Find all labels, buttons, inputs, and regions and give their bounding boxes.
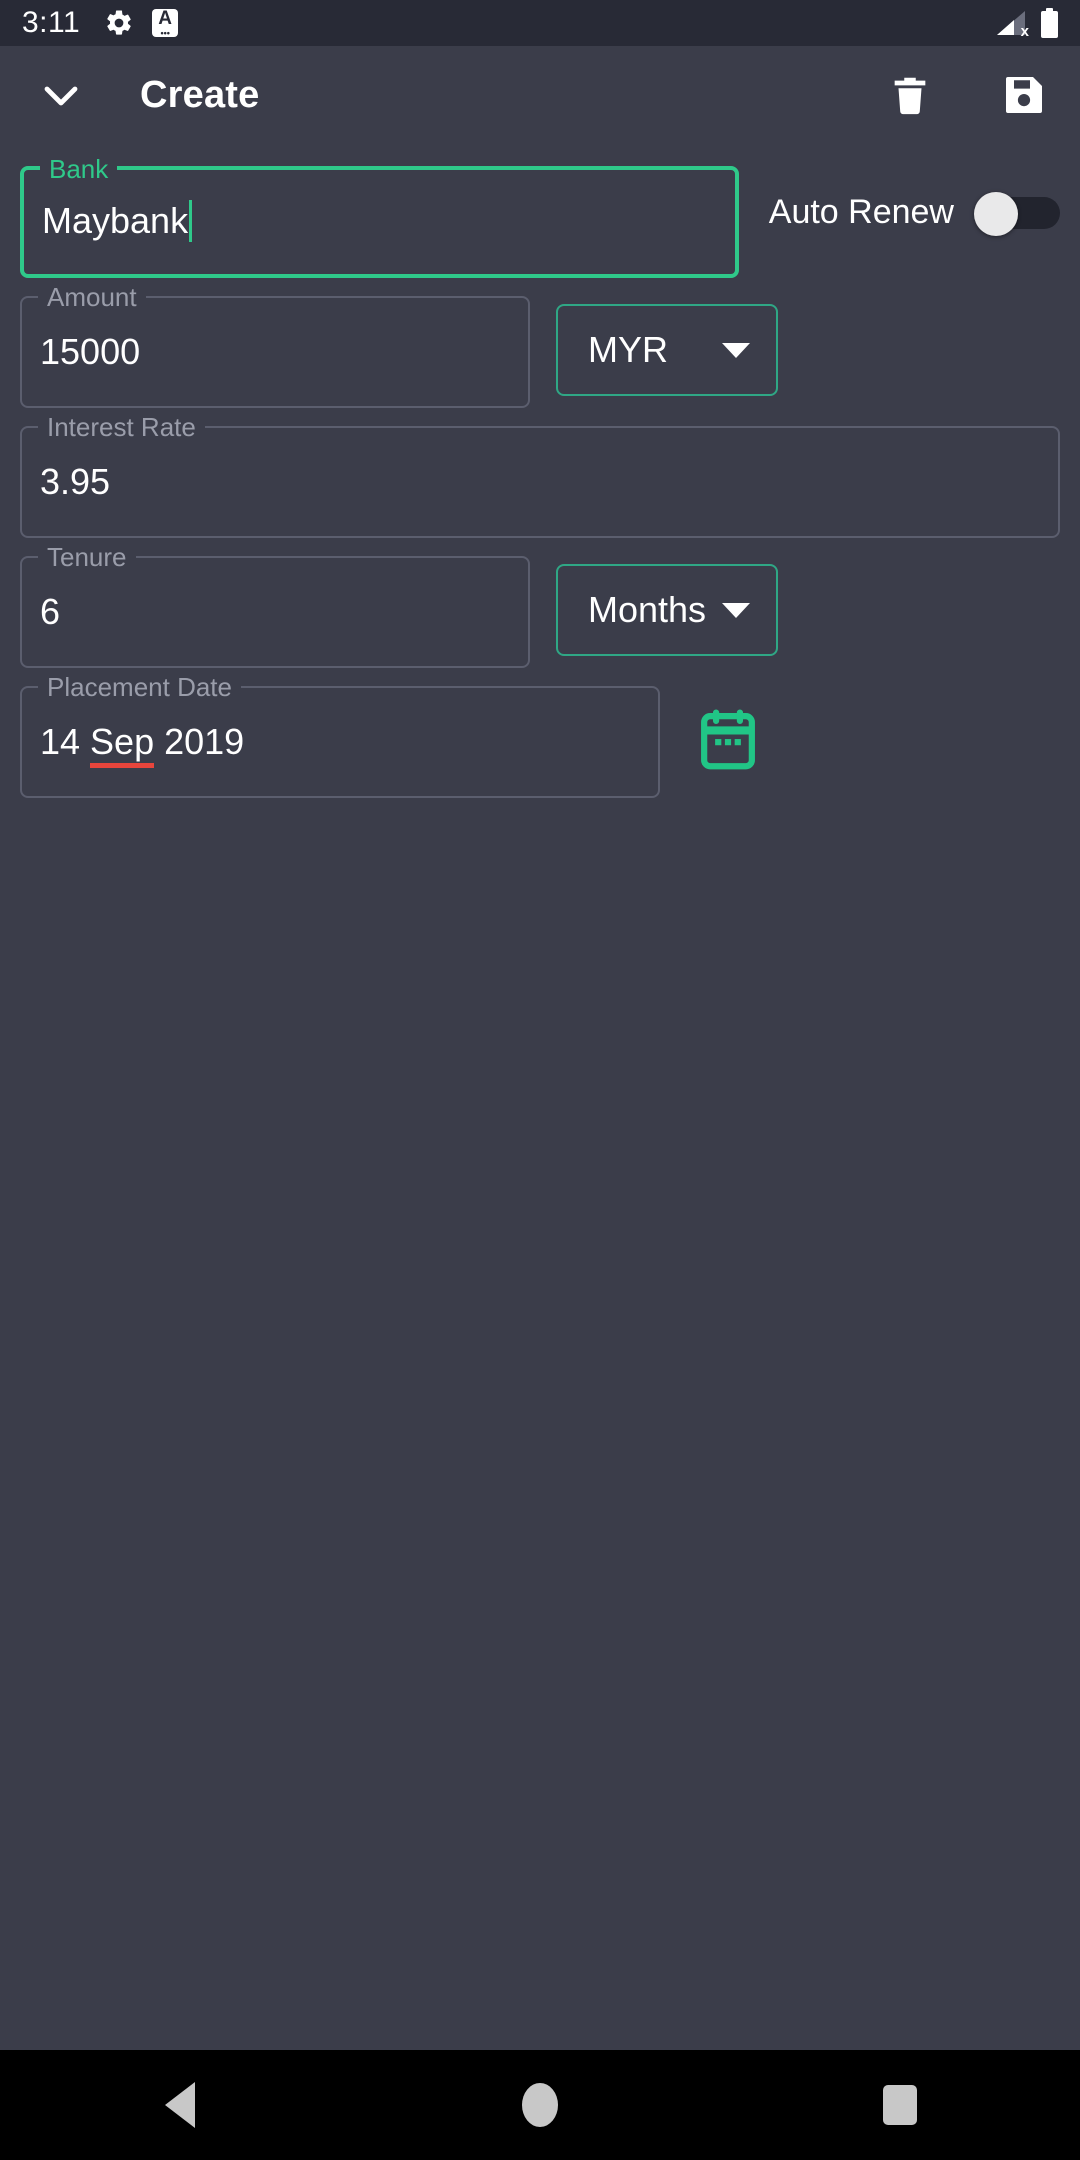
text-caret bbox=[189, 200, 193, 243]
currency-value: MYR bbox=[588, 329, 668, 370]
placement-date-label: Placement Date bbox=[38, 672, 241, 702]
battery-full-icon bbox=[1041, 8, 1058, 38]
input-method-icon: A ••• bbox=[152, 8, 179, 38]
placement-date-value: 14 Sep 2019 bbox=[40, 721, 245, 768]
auto-renew-label: Auto Renew bbox=[768, 193, 954, 231]
gear-icon bbox=[104, 8, 134, 38]
nav-back-button[interactable] bbox=[105, 2050, 255, 2160]
interest-rate-label: Interest Rate bbox=[38, 412, 205, 442]
input-method-letter: A bbox=[158, 8, 173, 29]
page-title: Create bbox=[140, 73, 260, 116]
recents-icon bbox=[883, 2085, 917, 2125]
tenure-row: Tenure 6 Months bbox=[20, 542, 1060, 668]
amount-field[interactable]: Amount 15000 bbox=[20, 282, 530, 408]
delete-icon[interactable] bbox=[882, 67, 938, 123]
battery-body bbox=[1041, 11, 1058, 38]
date-day: 14 bbox=[40, 721, 91, 762]
interest-rate-field[interactable]: Interest Rate 3.95 bbox=[20, 412, 1060, 538]
chevron-down-icon bbox=[722, 602, 750, 618]
status-left-icons: A ••• bbox=[104, 8, 179, 38]
bank-value: Maybank bbox=[42, 199, 193, 244]
date-year: 2019 bbox=[154, 721, 245, 762]
auto-renew-toggle[interactable] bbox=[974, 192, 1060, 236]
bank-label: Bank bbox=[40, 154, 118, 184]
tenure-unit-value: Months bbox=[588, 589, 707, 630]
status-bar: 3:11 A ••• x bbox=[0, 0, 1080, 46]
interest-rate-value: 3.95 bbox=[40, 461, 111, 502]
nav-home-button[interactable] bbox=[465, 2050, 615, 2160]
tenure-field[interactable]: Tenure 6 bbox=[20, 542, 530, 668]
tenure-label: Tenure bbox=[38, 542, 136, 572]
placement-date-field[interactable]: Placement Date 14 Sep 2019 bbox=[20, 672, 660, 798]
app-bar: Create bbox=[0, 46, 1080, 144]
nav-recents-button[interactable] bbox=[825, 2050, 975, 2160]
chevron-down-icon[interactable] bbox=[30, 64, 92, 126]
app-screen: 3:11 A ••• x Create Bank Maybank Auto Re… bbox=[0, 0, 1080, 2160]
home-icon bbox=[522, 2083, 558, 2127]
signal-x-label: x bbox=[1020, 23, 1029, 40]
amount-value: 15000 bbox=[40, 331, 141, 372]
signal-no-service-icon: x bbox=[997, 9, 1029, 40]
calendar-icon bbox=[699, 708, 757, 776]
chevron-down-icon bbox=[722, 342, 750, 358]
back-icon bbox=[165, 2082, 195, 2128]
save-icon[interactable] bbox=[996, 67, 1052, 123]
status-time: 3:11 bbox=[22, 6, 81, 39]
placement-date-row: Placement Date 14 Sep 2019 bbox=[20, 672, 1060, 798]
bank-value-text: Maybank bbox=[42, 199, 189, 241]
app-bar-actions bbox=[882, 67, 1052, 123]
system-navigation-bar bbox=[0, 2050, 1080, 2160]
amount-label: Amount bbox=[38, 282, 146, 312]
status-right-icons: x bbox=[997, 8, 1058, 40]
bank-row: Bank Maybank Auto Renew bbox=[20, 154, 1060, 278]
deposit-form: Bank Maybank Auto Renew Amount 15000 MYR bbox=[0, 144, 1080, 2050]
currency-dropdown[interactable]: MYR bbox=[556, 304, 778, 396]
tenure-value: 6 bbox=[40, 591, 61, 632]
date-month: Sep bbox=[90, 721, 155, 768]
input-method-dots: ••• bbox=[160, 28, 170, 38]
interest-rate-row: Interest Rate 3.95 bbox=[20, 412, 1060, 538]
signal-bars-active bbox=[997, 20, 1014, 35]
tenure-unit-dropdown[interactable]: Months bbox=[556, 564, 778, 656]
calendar-picker-button[interactable] bbox=[682, 686, 774, 798]
amount-row: Amount 15000 MYR bbox=[20, 282, 1060, 408]
bank-field[interactable]: Bank Maybank bbox=[20, 154, 739, 278]
auto-renew-control[interactable]: Auto Renew bbox=[768, 192, 1060, 236]
toggle-thumb bbox=[974, 192, 1018, 236]
